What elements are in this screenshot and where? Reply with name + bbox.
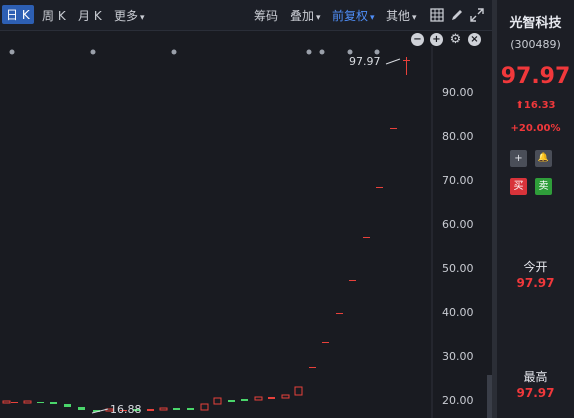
candle: [268, 397, 275, 399]
candle: [78, 407, 85, 410]
candle: [50, 402, 57, 404]
kline-chart: 97.97 16.88: [2, 46, 433, 418]
candle: [200, 403, 209, 411]
event-marker[interactable]: [347, 49, 353, 55]
price-axis-tick: 40.00: [442, 306, 474, 319]
candle: [254, 396, 263, 401]
candle: [173, 408, 180, 410]
buy-button[interactable]: 买: [510, 178, 527, 195]
price-change-abs: ⬆16.33: [497, 100, 574, 111]
candle: [11, 402, 18, 403]
zoom-in-icon[interactable]: +: [430, 33, 443, 46]
low-price-annotation: 16.88: [110, 403, 142, 416]
event-marker[interactable]: [9, 49, 15, 55]
candle: [281, 394, 290, 399]
candle: [37, 402, 44, 403]
stock-info-panel: 光智科技 (300489) 97.97 ⬆16.33 +20.00% + 🔔 买…: [497, 0, 574, 418]
price-axis-tick: 80.00: [442, 130, 474, 143]
zoom-out-icon[interactable]: −: [411, 33, 424, 46]
candle: [309, 367, 316, 368]
candle: [363, 237, 370, 238]
high-price-annotation: 97.97: [349, 55, 381, 68]
add-watchlist-icon[interactable]: +: [510, 150, 527, 167]
event-marker[interactable]: [306, 49, 312, 55]
candle: [147, 409, 154, 411]
open-value: 97.97: [516, 276, 555, 290]
settings-gear-icon[interactable]: ⚙: [449, 33, 462, 46]
candle: [322, 342, 329, 343]
price-axis-tick: 30.00: [442, 350, 474, 363]
stock-name: 光智科技: [509, 16, 562, 31]
candle: [336, 313, 343, 314]
stock-code: (300489): [510, 38, 561, 51]
high-value: 97.97: [516, 386, 555, 400]
candle: [349, 280, 356, 281]
event-marker[interactable]: [374, 49, 380, 55]
price-axis-tick: 70.00: [442, 174, 474, 187]
candle: [241, 399, 248, 401]
candle: [213, 397, 222, 405]
candle: [390, 128, 397, 129]
price-change-pct: +20.00%: [510, 123, 561, 134]
price-axis-tick: 90.00: [442, 86, 474, 99]
candle: [228, 400, 235, 402]
event-marker[interactable]: [171, 49, 177, 55]
price-axis-tick: 60.00: [442, 218, 474, 231]
candle: [23, 400, 32, 404]
candle: [159, 407, 168, 411]
candle: [2, 400, 11, 404]
arrow-up-icon: ⬆: [515, 100, 524, 111]
open-label: 今开: [523, 260, 548, 274]
high-annotation-pointer: [385, 58, 401, 65]
candle: [64, 404, 71, 407]
high-label: 最高: [523, 370, 548, 384]
current-price: 97.97: [500, 64, 571, 89]
candle: [294, 386, 303, 396]
candle: [187, 408, 194, 410]
price-axis-tick: 50.00: [442, 262, 474, 275]
event-marker[interactable]: [90, 49, 96, 55]
event-marker[interactable]: [319, 49, 325, 55]
sell-button[interactable]: 卖: [535, 178, 552, 195]
alert-bell-icon[interactable]: 🔔: [535, 150, 552, 167]
price-axis-tick: 20.00: [442, 394, 474, 407]
close-icon[interactable]: ×: [468, 33, 481, 46]
change-abs-value: 16.33: [523, 100, 556, 111]
candle: [376, 187, 383, 188]
